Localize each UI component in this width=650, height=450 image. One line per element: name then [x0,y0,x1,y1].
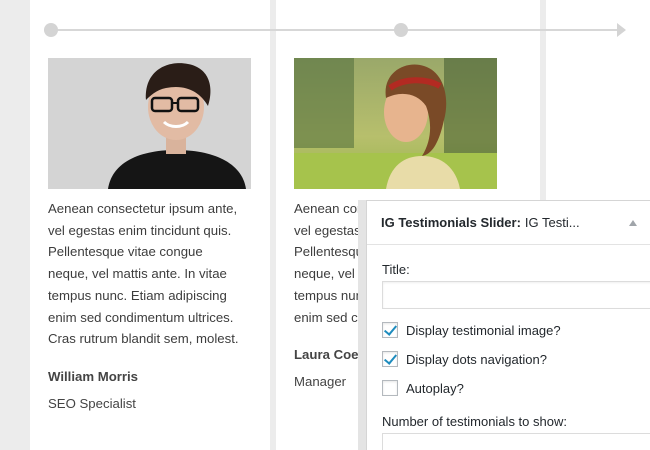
next-arrow-icon[interactable] [617,23,626,37]
testimonial-count-input[interactable] [382,433,650,450]
collapse-arrow-icon[interactable] [629,220,637,226]
autoplay-checkbox[interactable] [382,380,398,396]
display-dots-checkbox[interactable] [382,351,398,367]
display-dots-label: Display dots navigation? [406,351,547,367]
testimonial-photo [294,58,497,189]
timeline-dot[interactable] [394,23,408,37]
display-image-option[interactable]: Display testimonial image? [382,322,640,338]
title-input[interactable] [382,281,650,309]
widget-body: Title: Display testimonial image? Displa… [367,262,650,450]
timeline-dot[interactable] [44,23,58,37]
title-label: Title: [382,262,410,277]
autoplay-option[interactable]: Autoplay? [382,380,640,396]
widget-instance-title: IG Testi... [524,215,580,230]
widget-settings-panel: IG Testimonials Slider: IG Testi... Titl… [366,200,650,450]
testimonial-card: Aenean consectetur ipsum ante, vel egest… [48,58,258,411]
display-image-label: Display testimonial image? [406,322,561,338]
widget-header[interactable]: IG Testimonials Slider: IG Testi... [367,201,650,245]
testimonial-count-label: Number of testimonials to show: [382,414,567,429]
testimonial-author-role: SEO Specialist [48,395,136,411]
display-dots-option[interactable]: Display dots navigation? [382,351,640,367]
testimonial-author-name: William Morris [48,368,139,384]
timeline-line [44,29,618,31]
display-image-checkbox[interactable] [382,322,398,338]
widget-title: IG Testimonials Slider: [381,215,521,230]
testimonial-quote: Aenean consectetur ipsum ante, vel egest… [48,201,239,347]
autoplay-label: Autoplay? [406,380,464,396]
testimonial-photo [48,58,251,189]
